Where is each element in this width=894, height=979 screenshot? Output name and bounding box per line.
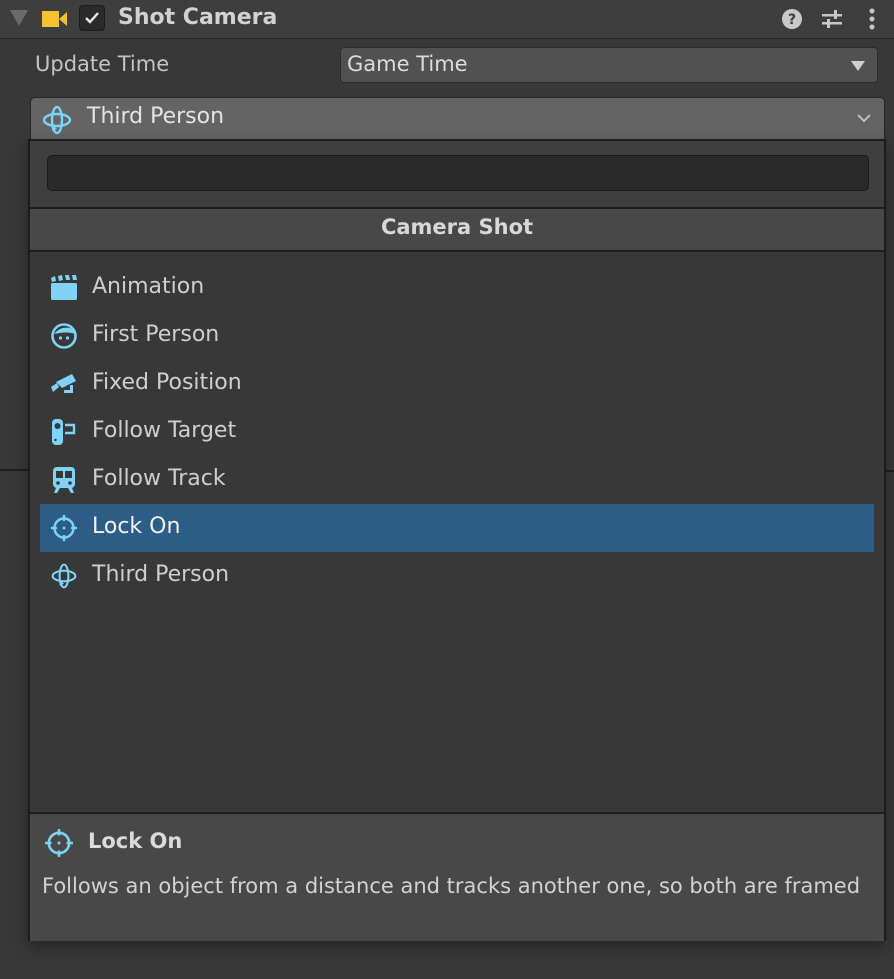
list-item-label: Third Person <box>92 562 230 587</box>
list-item-third-person[interactable]: Third Person <box>40 552 874 600</box>
search-area <box>30 141 884 209</box>
component-header: Shot Camera ? <box>0 0 894 39</box>
crosshair-icon <box>51 515 77 541</box>
help-icon[interactable]: ? <box>780 7 804 31</box>
list-item-label: Follow Target <box>92 418 237 443</box>
update-time-dropdown[interactable]: Game Time <box>340 47 878 83</box>
description-text: Follows an object from a distance and tr… <box>42 874 861 898</box>
third-person-icon <box>51 563 77 589</box>
list-header-title: Camera Shot <box>380 215 534 239</box>
list-item-fixed-position[interactable]: Fixed Position <box>40 360 874 408</box>
dropdown-arrow-icon <box>851 61 865 71</box>
list-item-follow-track[interactable]: Follow Track <box>40 456 874 504</box>
update-time-label: Update Time <box>35 52 170 76</box>
divider <box>885 470 894 472</box>
list-item-label: First Person <box>92 322 220 347</box>
description-panel: Lock On Follows an object from a distanc… <box>30 812 884 941</box>
more-options-icon[interactable] <box>860 7 884 31</box>
list-item-label: Lock On <box>92 514 181 539</box>
shot-type-dropdown[interactable]: Third Person <box>30 97 885 141</box>
enabled-checkbox[interactable] <box>79 5 105 31</box>
train-icon <box>53 467 75 493</box>
shot-list: Animation First Person Fixed Position Fo… <box>30 252 884 812</box>
list-item-label: Follow Track <box>92 466 226 491</box>
divider <box>0 469 28 471</box>
presets-icon[interactable] <box>820 7 844 31</box>
list-item-follow-target[interactable]: Follow Target <box>40 408 874 456</box>
follow-target-icon <box>52 419 76 445</box>
face-icon <box>51 323 77 349</box>
list-header: Camera Shot <box>30 209 884 252</box>
list-item-first-person[interactable]: First Person <box>40 312 874 360</box>
list-item-lock-on[interactable]: Lock On <box>40 504 874 552</box>
security-camera-icon <box>51 374 76 393</box>
list-item-label: Animation <box>92 274 205 299</box>
crosshair-icon <box>45 829 73 857</box>
list-item-animation[interactable]: Animation <box>40 264 874 312</box>
update-time-value: Game Time <box>347 52 468 76</box>
list-item-label: Fixed Position <box>92 370 242 395</box>
clapperboard-icon <box>51 275 77 300</box>
svg-text:?: ? <box>788 12 796 28</box>
foldout-arrow-icon[interactable] <box>10 10 28 26</box>
shot-type-value: Third Person <box>87 104 225 129</box>
checkmark-icon <box>85 12 99 24</box>
description-title: Lock On <box>88 829 183 853</box>
third-person-icon <box>42 105 72 135</box>
component-title: Shot Camera <box>118 5 278 30</box>
chevron-down-icon <box>857 114 871 123</box>
video-camera-icon <box>42 11 67 27</box>
search-input[interactable] <box>47 155 869 191</box>
camera-shot-popup: Camera Shot Animation First Person Fixed… <box>28 139 886 941</box>
